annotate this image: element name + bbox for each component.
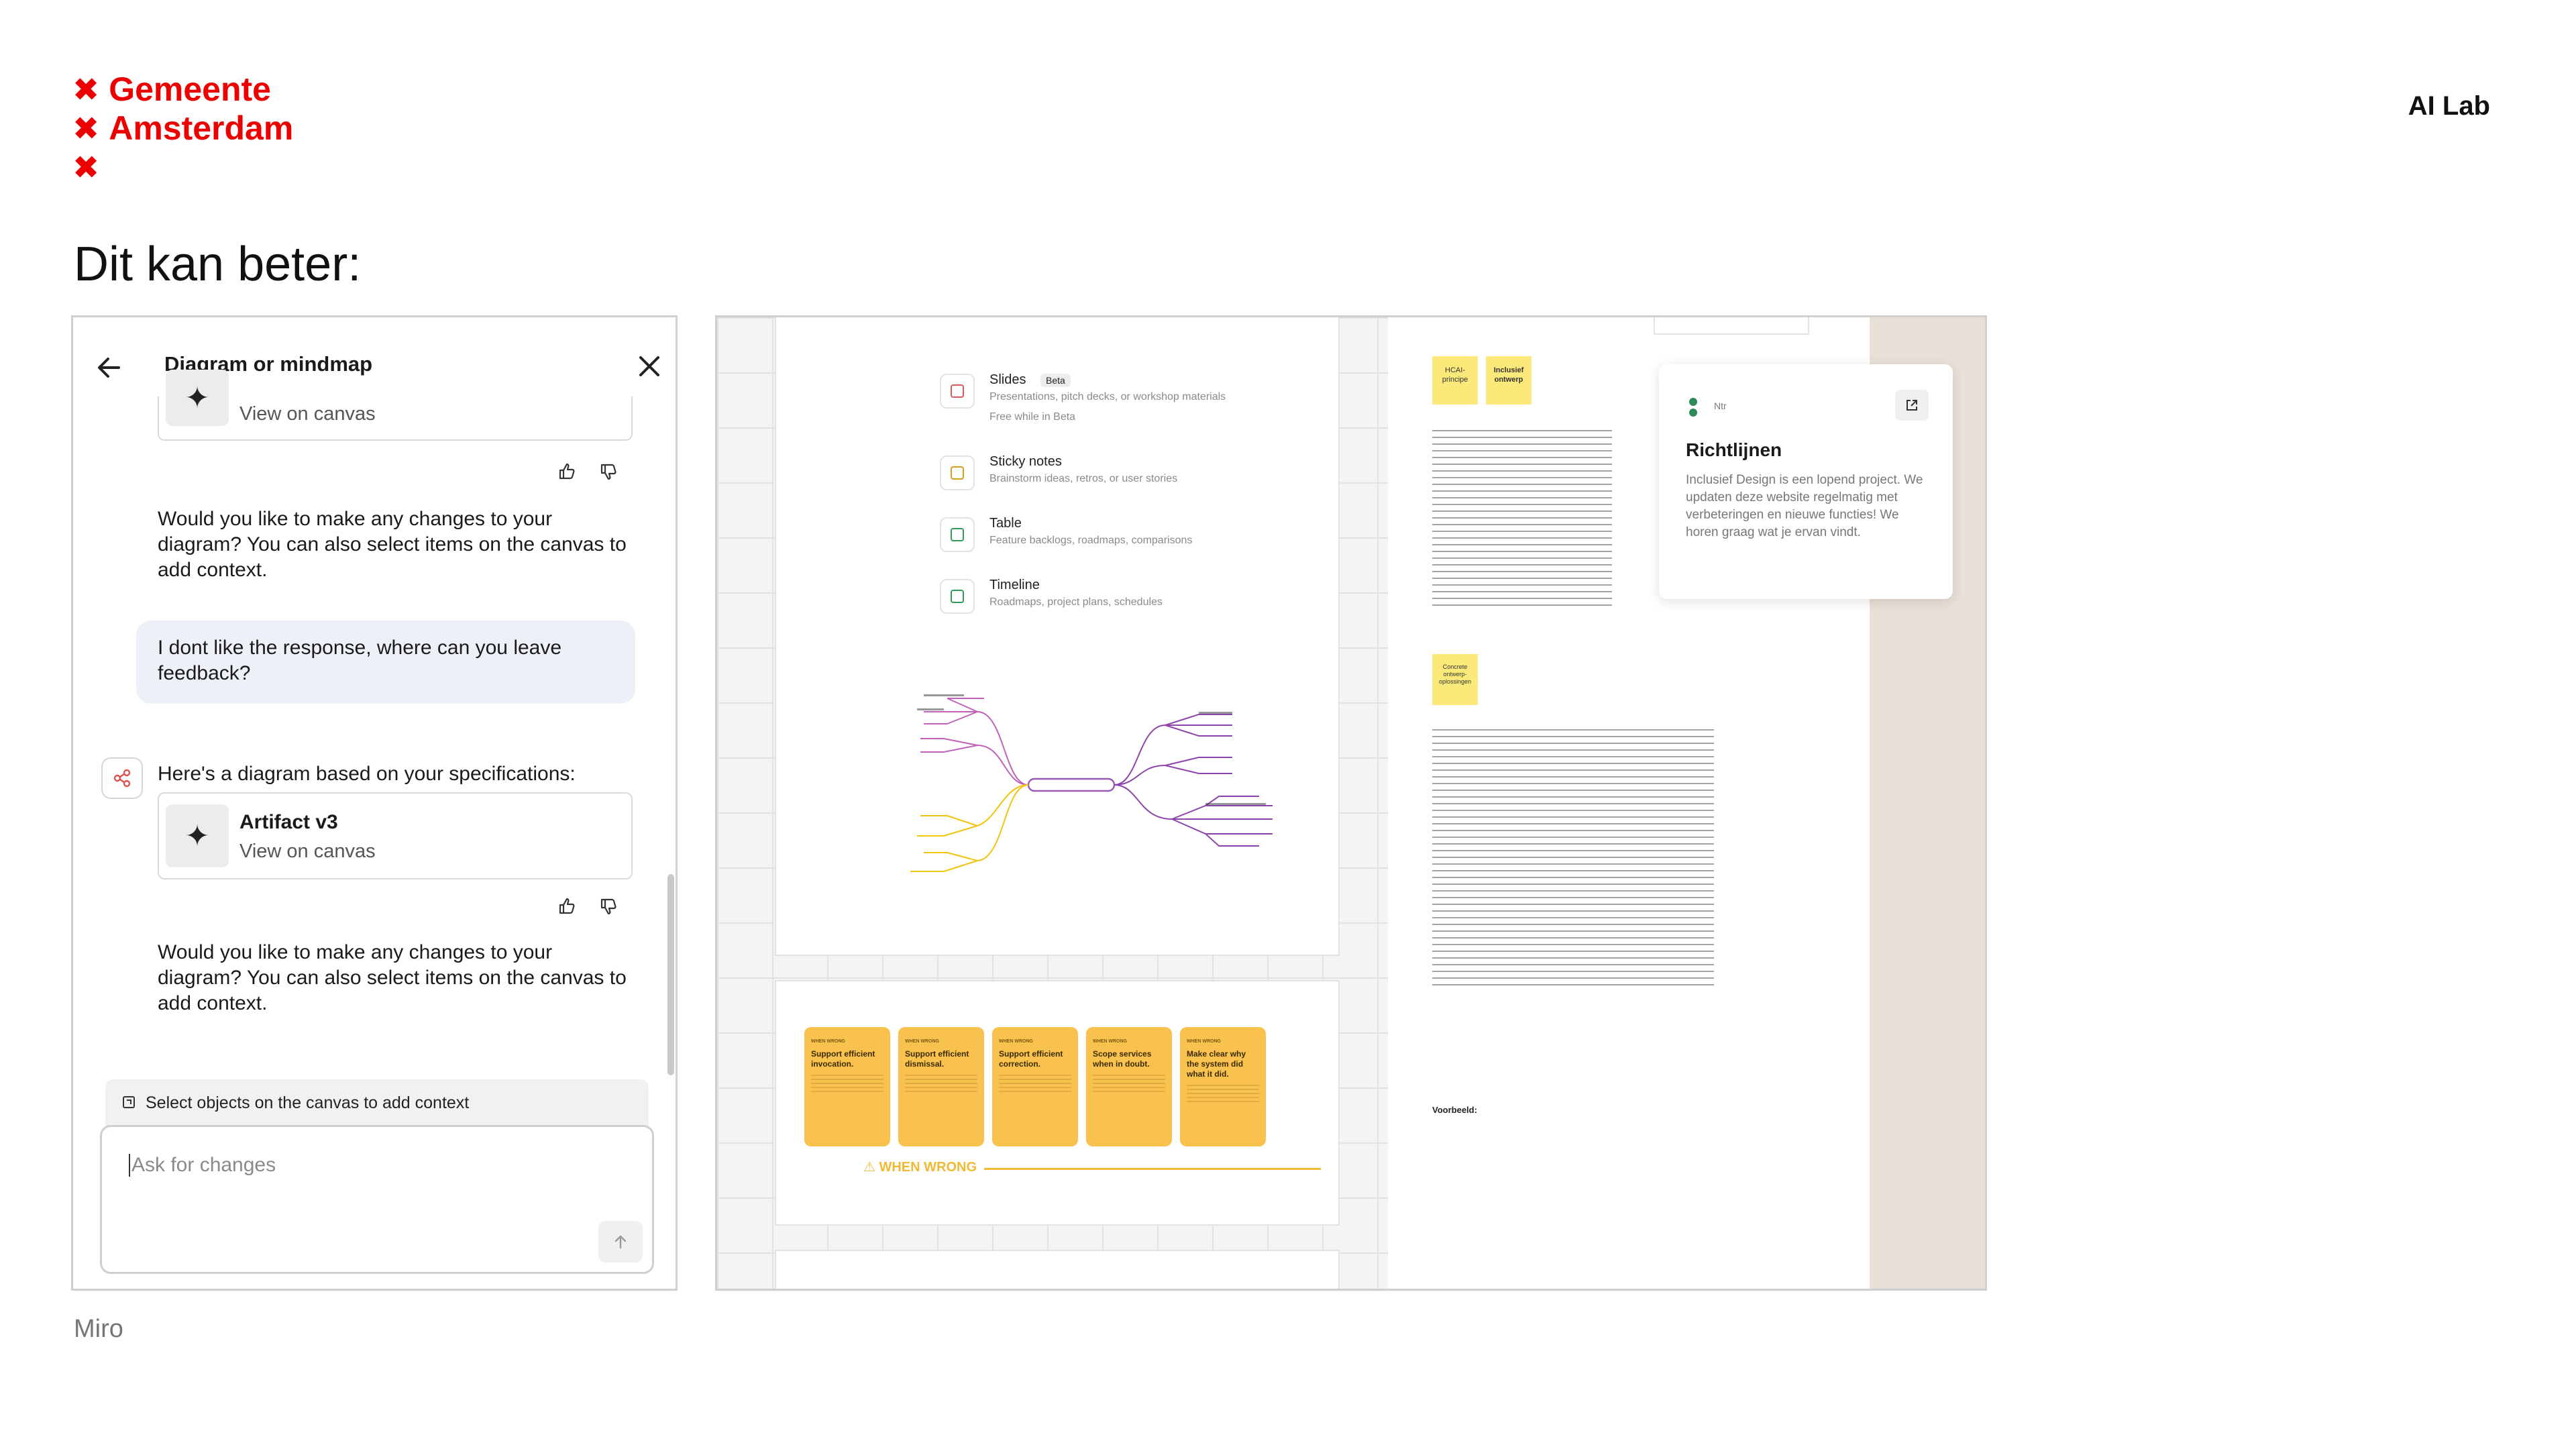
sticky-note[interactable]: WHEN WRONG Make clear why the system did …	[1180, 1027, 1266, 1146]
when-wrong-label: ⚠ WHEN WRONG	[863, 1160, 977, 1175]
sticky-tag: WHEN WRONG	[811, 1039, 845, 1044]
partial-tab	[1654, 317, 1809, 335]
menu-item-desc: Roadmaps, project plans, schedules	[989, 596, 1163, 608]
sticky-body-lines	[811, 1075, 883, 1092]
richtlijnen-body: Inclusief Design is een lopend project. …	[1686, 473, 1923, 539]
menu-item-title: Sticky notes	[989, 454, 1062, 469]
when-wrong-frame: WHEN WRONG Support efficient invocation. W…	[775, 980, 1340, 1226]
sticky-note[interactable]: WHEN WRONG Scope services when in doubt.	[1086, 1027, 1172, 1146]
view-on-canvas-link[interactable]: View on canvas	[239, 841, 376, 863]
external-link-button[interactable]	[1895, 390, 1929, 421]
sticky-body-lines	[1093, 1075, 1165, 1092]
sticky-tag: WHEN WRONG	[999, 1039, 1033, 1044]
view-on-canvas-link[interactable]: View on canvas	[239, 403, 376, 425]
context-hint-bar[interactable]: Select objects on the canvas to add cont…	[105, 1079, 649, 1126]
menu-item-title: Slides	[989, 372, 1026, 387]
frame-partial-bottom	[775, 1250, 1340, 1289]
ntr-label: Ntr	[1714, 400, 1727, 411]
scrollbar[interactable]	[667, 874, 674, 1075]
user-message: I dont like the response, where can you …	[136, 621, 635, 704]
sticky-note[interactable]: WHEN WRONG Support efficient dismissal.	[898, 1027, 984, 1146]
diagram-icon	[113, 769, 131, 788]
artifact-card-previous[interactable]: ✦ View on canvas	[158, 370, 633, 441]
source-caption: Miro	[74, 1315, 123, 1343]
external-link-icon	[1907, 400, 1917, 411]
sticky-tag: WHEN WRONG	[905, 1039, 939, 1044]
mindmap-diagram	[910, 694, 1273, 872]
menu-item-desc: Brainstorm ideas, retros, or user storie…	[989, 473, 1178, 484]
brand-label: AI Lab	[2408, 91, 2490, 121]
sticky-body-lines	[999, 1075, 1071, 1092]
assistant-avatar	[101, 757, 143, 799]
document-text-block-1	[1432, 430, 1612, 607]
input-placeholder: Ask for changes	[129, 1154, 276, 1177]
assistant-question-2: Would you like to make any changes to yo…	[158, 941, 627, 1014]
richtlijnen-card: Ntr Richtlijnen Inclusief Design is een …	[1659, 364, 1953, 599]
when-wrong-divider	[984, 1168, 1321, 1170]
gemeente-amsterdam-logo: ✖ ✖ ✖ Gemeente Amsterdam	[72, 70, 293, 185]
sticky-notes-icon	[940, 455, 975, 490]
sticky-hcai-principe[interactable]: HCAI-principe	[1432, 356, 1478, 405]
send-button[interactable]	[598, 1221, 643, 1263]
sticky-body-lines	[1187, 1085, 1259, 1102]
context-hint-text: Select objects on the canvas to add cont…	[146, 1093, 470, 1112]
create-menu-frame: Slides Beta Presentations, pitch decks, or…	[775, 317, 1340, 956]
close-icon[interactable]	[634, 351, 665, 382]
ask-for-changes-input[interactable]: Ask for changes	[100, 1125, 654, 1274]
assistant-question-1: Would you like to make any changes to yo…	[158, 508, 627, 581]
menu-item-note: Free while in Beta	[989, 411, 1076, 423]
sticky-heading: Make clear why the system did what it di…	[1187, 1049, 1246, 1079]
menu-item-title: Table	[989, 516, 1022, 531]
miro-canvas[interactable]: Slides Beta Presentations, pitch decks, or…	[715, 315, 1987, 1291]
ntr-logo-icon	[1689, 398, 1697, 417]
thumbs-up-icon[interactable]	[556, 461, 578, 482]
artifact-title: Artifact v3	[239, 811, 338, 833]
sparkle-icon: ✦	[166, 370, 229, 426]
thumbs-down-icon[interactable]	[598, 461, 619, 482]
logo-line-1: Gemeente	[109, 70, 271, 108]
sticky-heading: Support efficient correction.	[999, 1049, 1063, 1069]
sticky-concrete-oplossingen[interactable]: Concrete ontwerp-oplossingen	[1432, 654, 1478, 705]
sticky-body-lines	[905, 1075, 977, 1092]
back-arrow-icon[interactable]	[92, 351, 125, 384]
sticky-tag: WHEN WRONG	[1187, 1039, 1221, 1044]
sticky-inclusief-ontwerp[interactable]: Inclusief ontwerp	[1486, 356, 1532, 405]
sticky-heading: Support efficient dismissal.	[905, 1049, 969, 1069]
assistant-intro: Here's a diagram based on your specifica…	[158, 763, 576, 785]
sparkle-icon: ✦	[166, 804, 229, 867]
sticky-note[interactable]: WHEN WRONG Support efficient invocation.	[804, 1027, 890, 1146]
menu-item-desc: Presentations, pitch decks, or workshop …	[989, 391, 1226, 402]
menu-item-title: Timeline	[989, 578, 1040, 592]
voorbeeld-label: Voorbeeld:	[1432, 1105, 1477, 1115]
richtlijnen-title: Richtlijnen	[1686, 439, 1782, 460]
timeline-icon	[940, 579, 975, 614]
logo-line-2: Amsterdam	[109, 109, 294, 147]
sticky-note[interactable]: WHEN WRONG Support efficient correction.	[992, 1027, 1078, 1146]
table-icon	[940, 517, 975, 552]
document-text-block-2	[1432, 729, 1714, 991]
sticky-heading: Scope services when in doubt.	[1093, 1049, 1152, 1069]
sticky-heading: Support efficient invocation.	[811, 1049, 875, 1069]
thumbs-down-icon[interactable]	[598, 896, 619, 917]
beta-badge: Beta	[1040, 374, 1071, 387]
chat-panel: Diagram or mindmap ✦ View on canvas Woul…	[71, 315, 678, 1291]
artifact-card[interactable]: ✦ Artifact v3 View on canvas	[158, 792, 633, 879]
thumbs-up-icon[interactable]	[556, 896, 578, 917]
slides-icon	[940, 374, 975, 409]
select-objects-icon	[123, 1096, 135, 1108]
logo-crosses-icon: ✖ ✖ ✖	[72, 71, 100, 186]
arrow-up-icon	[614, 1235, 627, 1249]
sticky-tag: WHEN WRONG	[1093, 1039, 1127, 1044]
menu-item-desc: Feature backlogs, roadmaps, comparisons	[989, 535, 1193, 546]
slide-title: Dit kan beter:	[74, 237, 362, 292]
